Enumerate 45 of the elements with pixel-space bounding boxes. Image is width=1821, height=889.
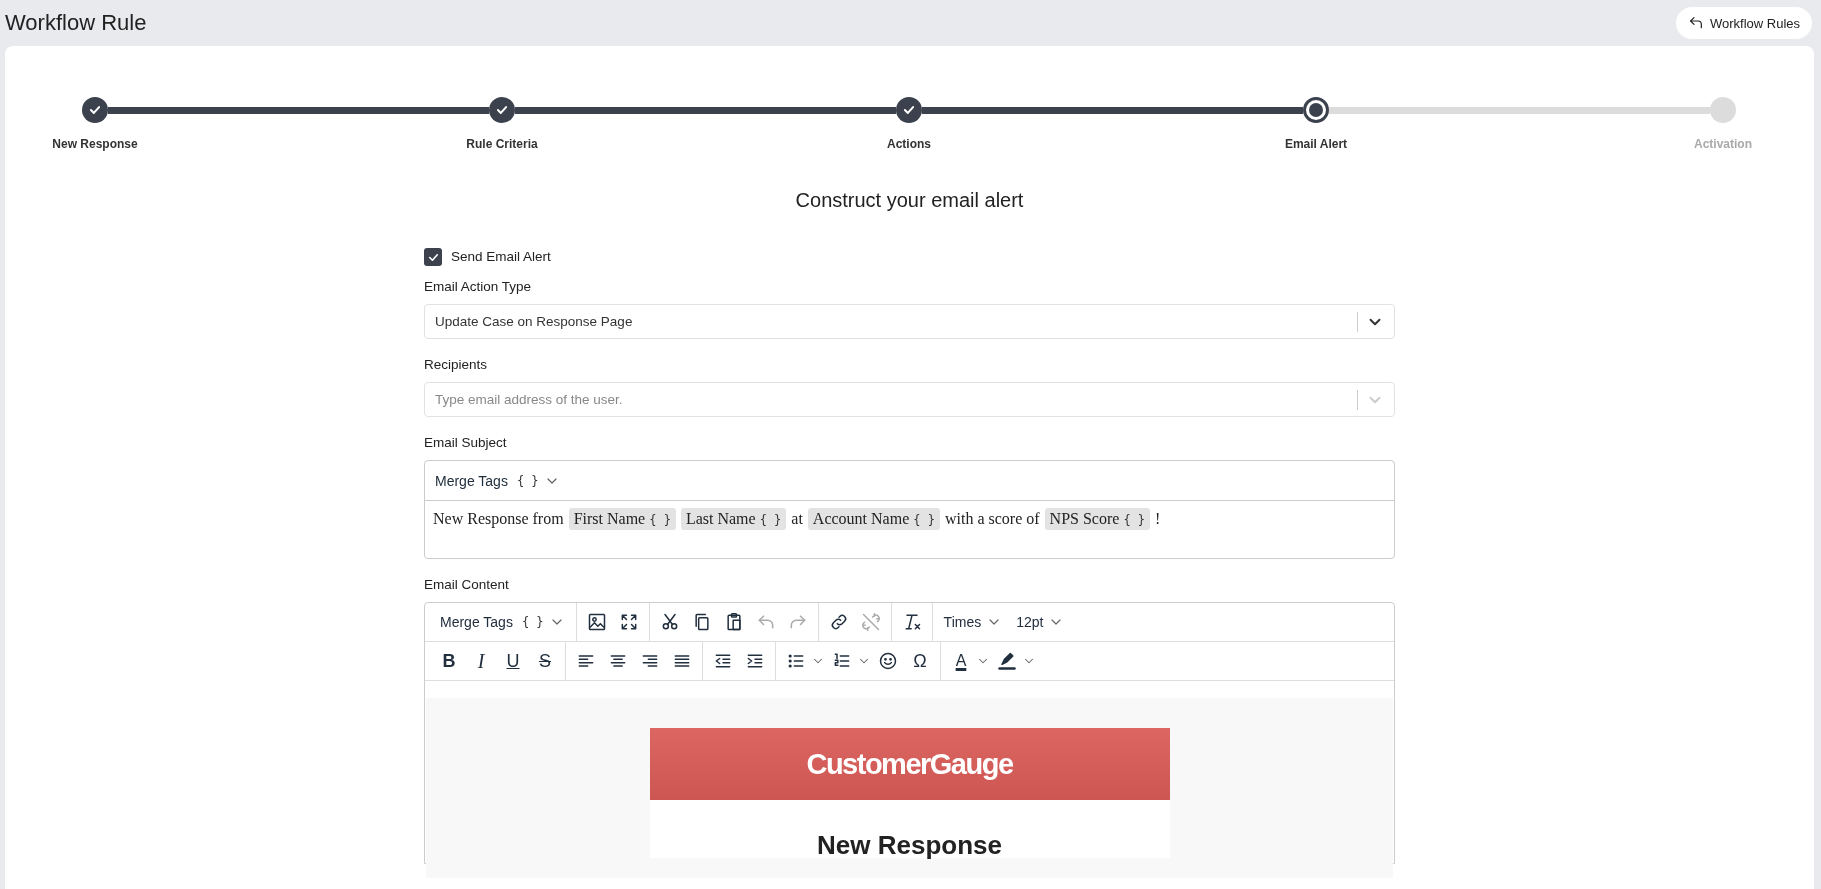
step-label: Actions [887, 137, 931, 151]
field-label: Recipients [424, 356, 488, 374]
step-label: Activation [1694, 137, 1752, 151]
checkbox-label: Send Email Alert [451, 248, 551, 266]
merge-tag[interactable]: NPS Score { } [1044, 508, 1151, 530]
merge-tag[interactable]: Account Name { } [807, 508, 940, 530]
subject-text: New Response from [433, 510, 564, 528]
check-icon [495, 103, 509, 117]
merge-tags-dropdown[interactable]: Merge Tags { } [429, 464, 566, 497]
step-label: New Response [52, 137, 138, 151]
dropdown-field[interactable]: Update Case on Response Page [424, 304, 1395, 339]
text-color-button[interactable]: A [946, 646, 976, 676]
subject-text: with a score of [944, 510, 1040, 528]
underline-button[interactable]: U [498, 646, 528, 676]
italic-button[interactable]: I [466, 646, 496, 676]
reply-arrow-icon [1687, 15, 1704, 31]
check-icon [88, 103, 102, 117]
step-label: Rule Criteria [466, 137, 538, 151]
step-indicator[interactable] [82, 97, 108, 123]
font-dropdown[interactable]: Times [937, 606, 1009, 638]
strikethrough-button[interactable]: S [530, 646, 560, 676]
field-label: Email Action Type [424, 278, 532, 296]
step-label: Email Alert [1284, 137, 1348, 151]
merge-tag[interactable]: Last Name { } [680, 508, 787, 530]
step-indicator[interactable] [896, 97, 922, 123]
step-indicator[interactable] [1303, 97, 1329, 123]
subject-text: at [791, 510, 803, 528]
email-title: New Response [816, 830, 1003, 861]
merge-tag[interactable]: First Name { } [568, 508, 676, 530]
subject-editor[interactable]: Merge Tags { } New Response from First Name { } Last Name { } at Account Name { } with a score of NPS Score { } ! [424, 460, 1395, 559]
check-icon [902, 103, 916, 117]
subject-text: ! [1155, 510, 1161, 528]
section-heading: Construct your email alert [795, 189, 1024, 212]
bold-button[interactable]: B [434, 646, 464, 676]
workflow-rules-button[interactable]: Workflow Rules [1675, 7, 1812, 39]
field-label: Email Content [424, 576, 509, 594]
recipients-field[interactable]: Type email address of the user. [424, 382, 1395, 417]
special-character-button[interactable]: Ω [905, 646, 935, 676]
merge-tags-dropdown[interactable]: Merge Tags { } [434, 606, 571, 638]
page-title: Workflow Rule [5, 10, 147, 36]
font-dropdown[interactable]: 12pt [1010, 606, 1071, 638]
checkbox[interactable] [424, 248, 442, 266]
field-label: Email Subject [424, 434, 507, 452]
step-indicator[interactable] [489, 97, 515, 123]
email-logo: CustomerGauge [649, 728, 1170, 800]
